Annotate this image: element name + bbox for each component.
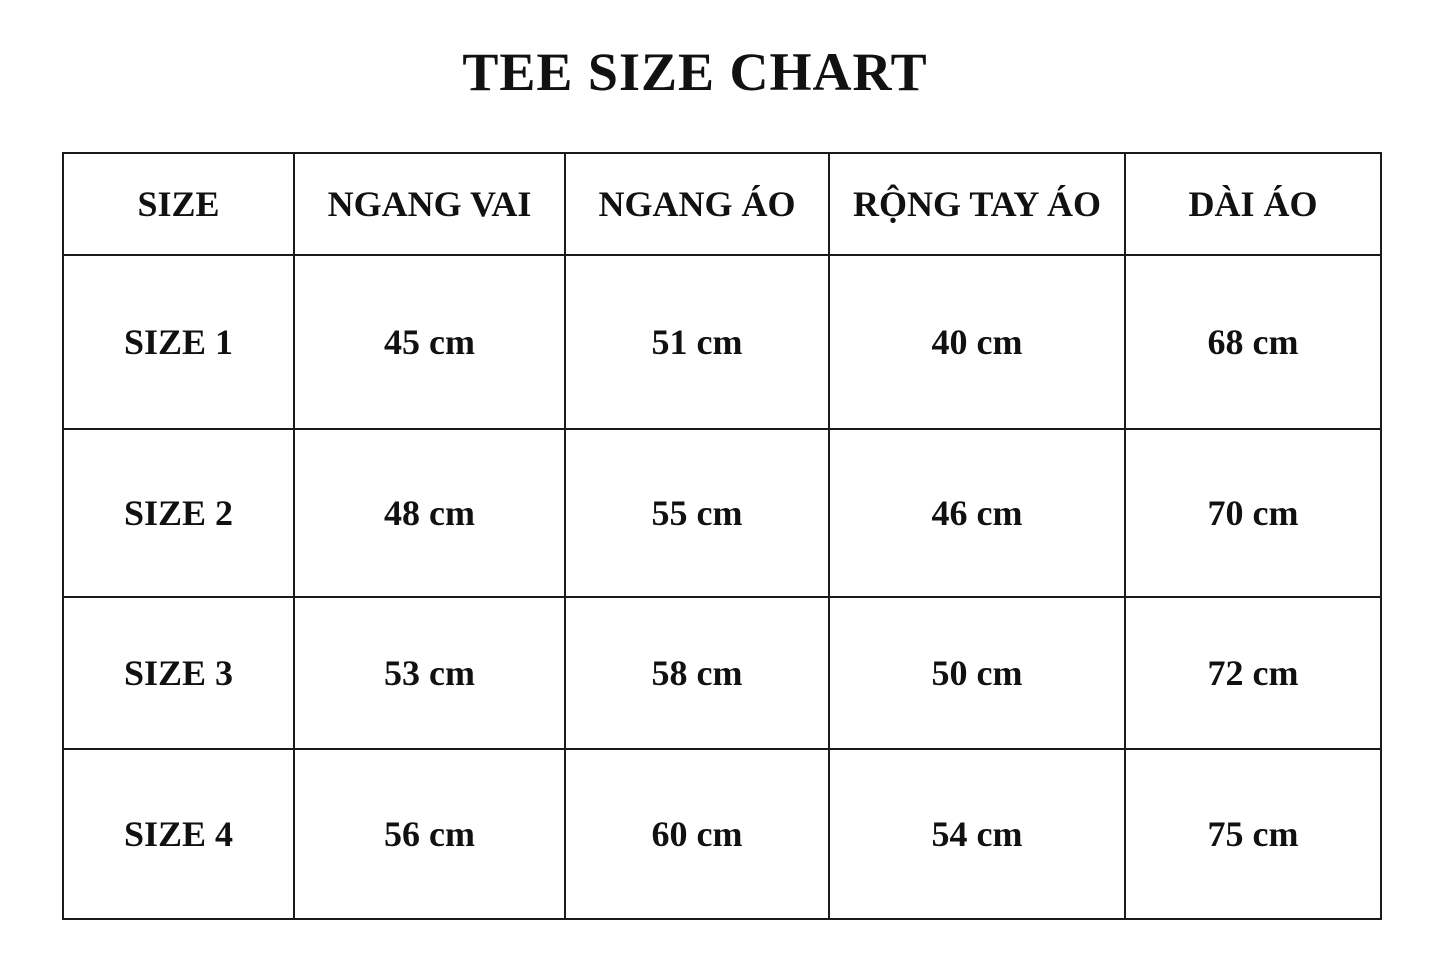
header-rong-tay-ao: RỘNG TAY ÁO — [828, 152, 1126, 256]
page-title: TEE SIZE CHART — [462, 42, 928, 102]
cell-dai-ao: 72 cm — [1124, 596, 1382, 750]
cell-ngang-ao: 51 cm — [564, 254, 830, 430]
cell-size: SIZE 3 — [62, 596, 295, 750]
size-chart-table: SIZE NGANG VAI NGANG ÁO RỘNG TAY ÁO DÀI … — [62, 152, 1382, 920]
cell-dai-ao: 70 cm — [1124, 428, 1382, 598]
cell-rong-tay-ao: 46 cm — [828, 428, 1126, 598]
table-row: SIZE 2 48 cm 55 cm 46 cm 70 cm — [62, 428, 1382, 598]
cell-dai-ao: 75 cm — [1124, 748, 1382, 920]
cell-ngang-ao: 55 cm — [564, 428, 830, 598]
cell-size: SIZE 4 — [62, 748, 295, 920]
cell-rong-tay-ao: 54 cm — [828, 748, 1126, 920]
cell-rong-tay-ao: 50 cm — [828, 596, 1126, 750]
header-dai-ao: DÀI ÁO — [1124, 152, 1382, 256]
cell-ngang-ao: 58 cm — [564, 596, 830, 750]
cell-ngang-ao: 60 cm — [564, 748, 830, 920]
header-ngang-vai: NGANG VAI — [293, 152, 566, 256]
table-row: SIZE 1 45 cm 51 cm 40 cm 68 cm — [62, 254, 1382, 430]
cell-ngang-vai: 48 cm — [293, 428, 566, 598]
header-size: SIZE — [62, 152, 295, 256]
cell-size: SIZE 1 — [62, 254, 295, 430]
cell-ngang-vai: 45 cm — [293, 254, 566, 430]
cell-dai-ao: 68 cm — [1124, 254, 1382, 430]
cell-ngang-vai: 56 cm — [293, 748, 566, 920]
header-ngang-ao: NGANG ÁO — [564, 152, 830, 256]
table-row: SIZE 3 53 cm 58 cm 50 cm 72 cm — [62, 596, 1382, 750]
table-row: SIZE 4 56 cm 60 cm 54 cm 75 cm — [62, 748, 1382, 920]
cell-rong-tay-ao: 40 cm — [828, 254, 1126, 430]
cell-size: SIZE 2 — [62, 428, 295, 598]
table-header-row: SIZE NGANG VAI NGANG ÁO RỘNG TAY ÁO DÀI … — [62, 152, 1382, 256]
cell-ngang-vai: 53 cm — [293, 596, 566, 750]
